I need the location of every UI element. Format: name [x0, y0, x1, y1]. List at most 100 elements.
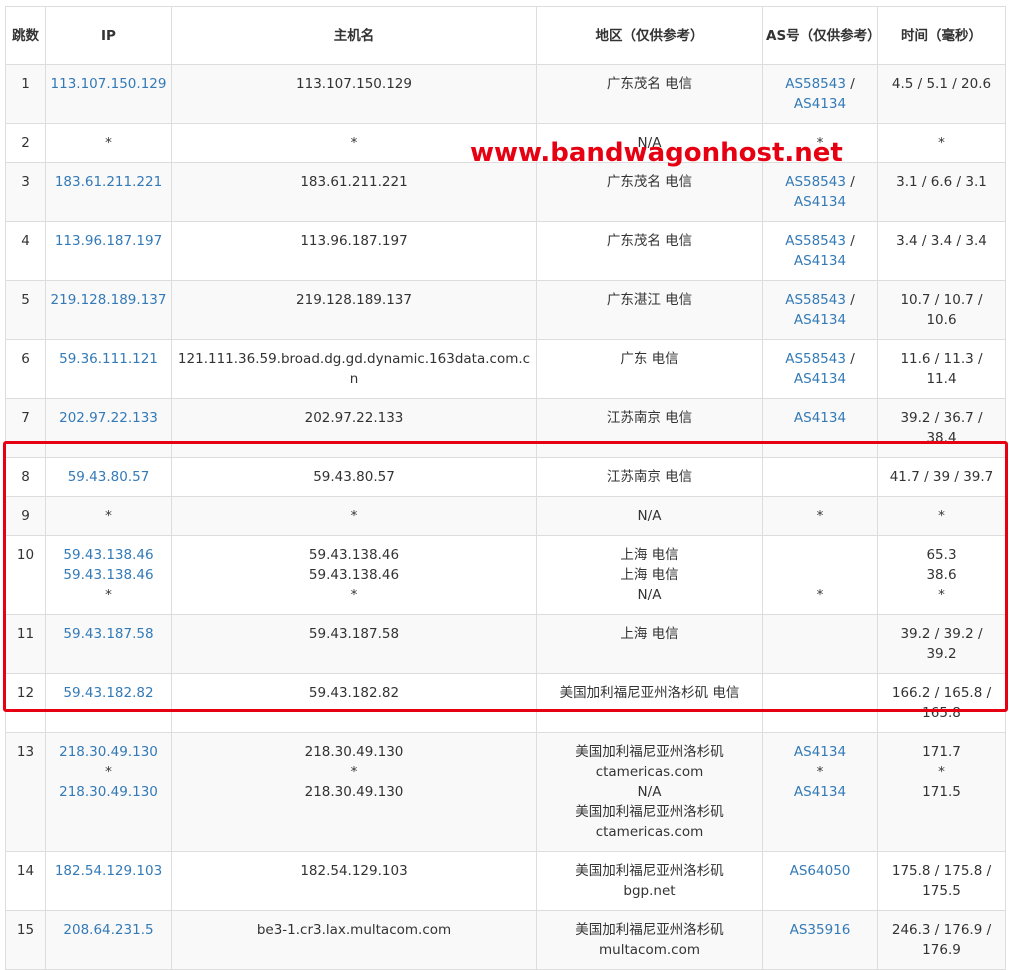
time-cell: 10.7 / 10.7 / 10.6 — [877, 280, 1006, 340]
hop-cell: 13 — [5, 732, 46, 852]
host-text: 182.54.129.103 — [300, 863, 408, 879]
ip-cell: 59.43.80.57 — [45, 457, 172, 497]
as-link[interactable]: AS4134 — [794, 371, 846, 387]
time-text: 175.8 / 175.8 / — [891, 863, 992, 879]
host-text: 202.97.22.133 — [304, 410, 404, 426]
header-row: 跳数 IP 主机名 地区（仅供参考） AS号（仅供参考） 时间（毫秒） — [5, 6, 1006, 65]
as-cell: AS58543 / AS4134 — [762, 64, 878, 124]
as-link[interactable]: AS4134 — [794, 96, 846, 112]
ip-text: * — [105, 508, 112, 524]
host-cell: 59.43.182.82 — [171, 673, 537, 733]
time-cell: 41.7 / 39 / 39.7 — [877, 457, 1006, 497]
host-text: 121.111.36.59.broad.dg.gd.dynamic.163dat… — [177, 351, 531, 387]
time-text: 4.5 / 5.1 / 20.6 — [891, 76, 992, 92]
host-text: * — [350, 587, 358, 603]
time-text: 10.6 — [926, 312, 957, 328]
as-link[interactable]: AS58543 — [785, 76, 846, 92]
region-cell: 广东 电信 — [536, 339, 763, 399]
as-line: * — [766, 762, 874, 782]
time-text: * — [938, 764, 945, 780]
as-link[interactable]: AS4134 — [794, 253, 846, 269]
as-link[interactable]: AS58543 — [785, 351, 846, 367]
as-line: AS4134 — [766, 251, 874, 271]
time-cell: * — [877, 496, 1006, 536]
table-row: 5 219.128.189.137 219.128.189.137 广东湛江 电信 AS… — [5, 280, 1006, 340]
host-cell: 121.111.36.59.broad.dg.gd.dynamic.163dat… — [171, 339, 537, 399]
ip-link[interactable]: 113.107.150.129 — [49, 74, 168, 94]
host-cell: be3-1.cr3.lax.multacom.com — [171, 910, 537, 970]
ip-link[interactable]: 59.43.80.57 — [49, 467, 168, 487]
as-link[interactable]: AS64050 — [790, 863, 851, 879]
as-cell: * — [762, 496, 878, 536]
ip-link[interactable]: 218.30.49.130 — [49, 742, 168, 762]
time-text: 38.4 — [926, 430, 957, 446]
time-cell: 65.3 38.6 * — [877, 535, 1006, 615]
time-text: 171.5 — [922, 784, 961, 800]
as-separator: / — [845, 351, 855, 367]
region-cell: 广东湛江 电信 — [536, 280, 763, 340]
as-line: AS4134 — [766, 310, 874, 330]
as-link[interactable]: AS58543 — [785, 174, 846, 190]
ip-link[interactable]: 59.43.182.82 — [49, 683, 168, 703]
region-text: ctamericas.com — [595, 824, 704, 840]
table-row: 14 182.54.129.103 182.54.129.103 美国加利福尼亚州洛杉… — [5, 851, 1006, 911]
as-line: * — [766, 585, 874, 605]
host-cell: 113.107.150.129 — [171, 64, 537, 124]
time-cell: 3.4 / 3.4 / 3.4 — [877, 221, 1006, 281]
time-text: 165.8 — [922, 705, 961, 721]
region-text: 上海 电信 — [620, 547, 679, 563]
ip-text: * — [105, 587, 112, 603]
as-link[interactable]: AS58543 — [785, 292, 846, 308]
ip-link[interactable]: 59.43.138.46 — [49, 565, 168, 585]
region-text: N/A — [637, 587, 662, 603]
as-cell: AS35916 — [762, 910, 878, 970]
region-cell: N/A — [536, 496, 763, 536]
time-text: * — [938, 508, 945, 524]
ip-link[interactable]: 113.96.187.197 — [49, 231, 168, 251]
ip-link[interactable]: 183.61.211.221 — [49, 172, 168, 192]
as-link[interactable]: AS4134 — [794, 410, 846, 426]
as-link[interactable]: AS4134 — [794, 312, 846, 328]
region-cell: 上海 电信 — [536, 614, 763, 674]
time-text: 175.5 — [922, 883, 961, 899]
ip-text: * — [105, 764, 112, 780]
host-cell: 113.96.187.197 — [171, 221, 537, 281]
host-cell: 59.43.80.57 — [171, 457, 537, 497]
time-cell: * — [877, 123, 1006, 163]
as-line — [766, 565, 874, 585]
time-text: 166.2 / 165.8 / — [891, 685, 992, 701]
host-cell: 202.97.22.133 — [171, 398, 537, 458]
time-text: 246.3 / 176.9 / — [891, 922, 992, 938]
region-cell: 美国加利福尼亚州洛杉矶 电信 — [536, 673, 763, 733]
as-cell: AS58543 / AS4134 — [762, 339, 878, 399]
ip-link[interactable]: 59.43.187.58 — [49, 624, 168, 644]
as-link[interactable]: AS4134 — [794, 744, 846, 760]
ip-link[interactable]: 208.64.231.5 — [49, 920, 168, 940]
region-cell: 广东茂名 电信 — [536, 162, 763, 222]
ip-link[interactable]: 219.128.189.137 — [49, 290, 168, 310]
as-line: AS64050 — [766, 861, 874, 881]
table-row: 12 59.43.182.82 59.43.182.82 美国加利福尼亚州洛杉矶 电信… — [5, 673, 1006, 733]
ip-link[interactable]: 59.36.111.121 — [49, 349, 168, 369]
as-link[interactable]: AS4134 — [794, 784, 846, 800]
table-row: 6 59.36.111.121 121.111.36.59.broad.dg.gd.… — [5, 339, 1006, 399]
hop-cell: 10 — [5, 535, 46, 615]
as-link[interactable]: AS4134 — [794, 194, 846, 210]
as-link[interactable]: AS35916 — [790, 922, 851, 938]
as-line: * — [766, 506, 874, 526]
as-link[interactable]: AS58543 — [785, 233, 846, 249]
ip-link[interactable]: 218.30.49.130 — [49, 782, 168, 802]
as-cell: AS58543 / AS4134 — [762, 280, 878, 340]
host-cell: 183.61.211.221 — [171, 162, 537, 222]
ip-link[interactable]: 59.43.138.46 — [49, 545, 168, 565]
ip-link[interactable]: 202.97.22.133 — [49, 408, 168, 428]
region-text: 广东茂名 电信 — [606, 174, 693, 190]
ip-link[interactable]: 182.54.129.103 — [49, 861, 168, 881]
hop-cell: 15 — [5, 910, 46, 970]
ip-cell: 219.128.189.137 — [45, 280, 172, 340]
host-text: 59.43.138.46 — [308, 567, 400, 583]
time-text: 3.4 / 3.4 / 3.4 — [896, 233, 987, 249]
header-as: AS号（仅供参考） — [762, 6, 878, 65]
host-text: 218.30.49.130 — [304, 744, 404, 760]
host-text: 183.61.211.221 — [300, 174, 408, 190]
